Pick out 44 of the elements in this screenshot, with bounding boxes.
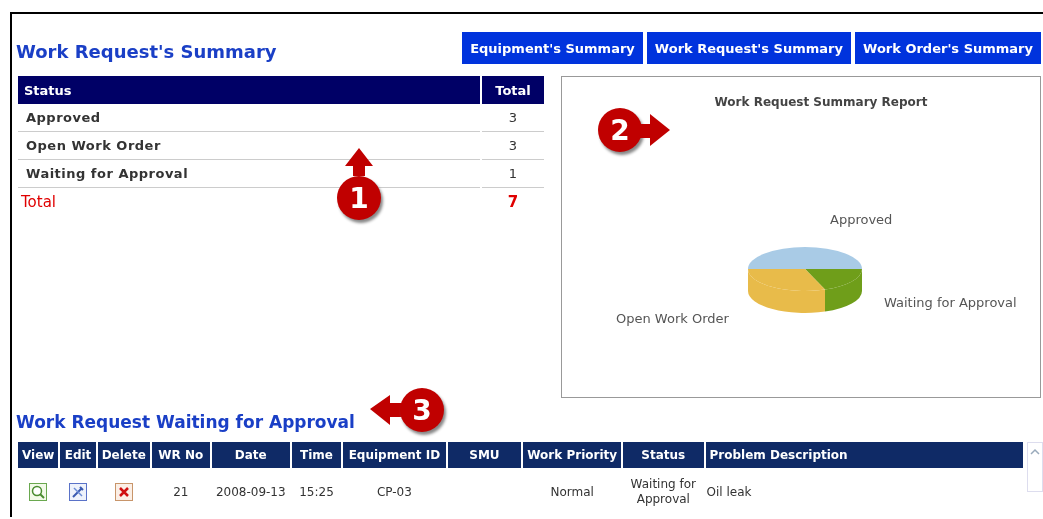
column-header: Equipment ID: [343, 442, 446, 468]
table-cell-text: 15:25: [298, 484, 335, 501]
page-title: Work Request's Summary: [16, 41, 277, 64]
callout-badge: 3: [400, 388, 444, 432]
chart-title: Work Request Summary Report: [713, 95, 929, 109]
column-header: Status: [18, 76, 480, 104]
count-cell: 3: [482, 132, 544, 160]
callout-badge: 2: [598, 108, 642, 152]
callout-arrow: [345, 148, 373, 176]
total-label: Total: [21, 193, 57, 211]
column-header: Edit: [60, 442, 96, 468]
table-cell-text: Normal: [549, 484, 595, 501]
table-cell-text: 2008-09-13: [214, 484, 287, 501]
table-cell-text: Waiting for Approval: [629, 476, 697, 508]
nav-button[interactable]: Work Request's Summary: [646, 32, 851, 64]
column-header: Date: [211, 442, 290, 468]
callout-badge: 1: [337, 176, 381, 220]
table-cell-text: Oil leak: [705, 484, 753, 501]
slice-label: Waiting for Approval: [884, 295, 1017, 310]
count-cell: 3: [482, 104, 544, 132]
status-cell: Approved: [18, 104, 480, 132]
table-cell-text: CP-03: [375, 484, 413, 501]
column-header: Problem Description: [705, 442, 1023, 468]
column-header: Status: [623, 442, 704, 468]
callout-arrow: [638, 114, 670, 146]
slice-label: Approved: [830, 212, 893, 227]
scrollbar[interactable]: [1027, 442, 1043, 492]
delete-icon: [114, 483, 133, 501]
table-cell-text: 21: [172, 484, 190, 501]
column-header: Total: [482, 76, 544, 104]
slice-label: Open Work Order: [616, 311, 729, 326]
count-cell: 1: [482, 160, 544, 188]
column-header: View: [18, 442, 59, 468]
section-title: Work Request Waiting for Approval: [16, 412, 355, 432]
column-header: Delete: [97, 442, 150, 468]
total-value: 7: [506, 192, 520, 213]
nav-button[interactable]: Equipment's Summary: [462, 32, 643, 64]
column-header: SMU: [447, 442, 522, 468]
nav-button[interactable]: Work Order's Summary: [855, 32, 1041, 64]
column-header: Work Priority: [523, 442, 622, 468]
column-header: Time: [291, 442, 342, 468]
view-icon: [29, 483, 48, 501]
edit-icon: [69, 483, 88, 501]
column-header: WR No: [151, 442, 210, 468]
